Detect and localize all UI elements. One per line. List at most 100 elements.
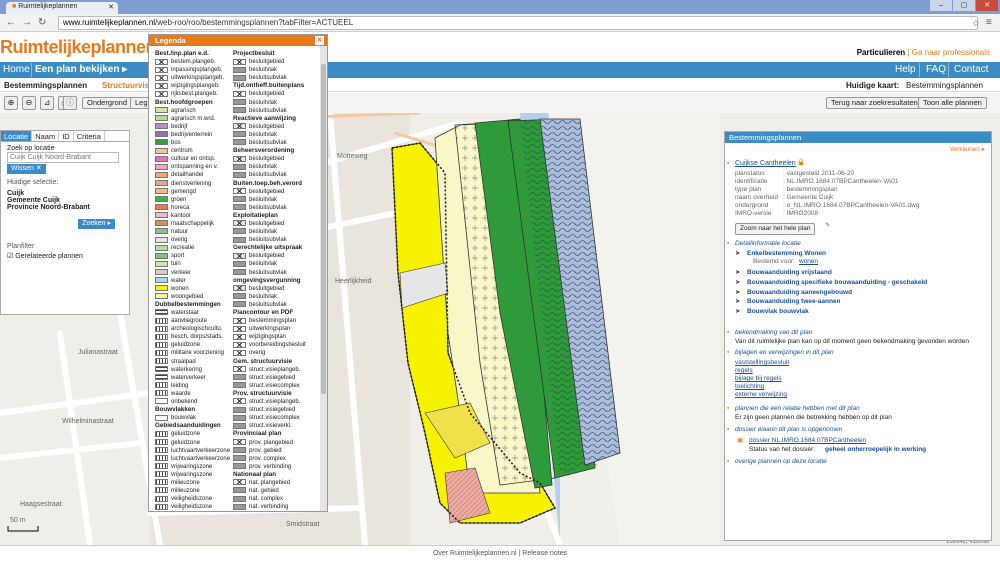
legend-item-label: besluitvlak	[249, 229, 278, 236]
detail-item[interactable]: Enkelbestemming Wonen	[747, 250, 826, 258]
legend-scroll-thumb[interactable]	[321, 64, 326, 394]
terug-button[interactable]: Terug naar zoekresultaten	[826, 97, 923, 109]
legend-item-label: recreatie	[171, 245, 195, 252]
dossier-header[interactable]: dossier waarin dit plan is opgenomen	[735, 426, 842, 434]
nav-separator	[919, 63, 920, 77]
zoom-plan-button[interactable]: Zoom naar het hele plan	[735, 223, 816, 235]
bijlage-link[interactable]: regels	[735, 367, 753, 375]
wissen-button[interactable]: Wissen ✕	[7, 164, 46, 174]
info-icon[interactable]: ⓘ	[63, 96, 77, 110]
legend-item-label: onbekend	[171, 399, 198, 406]
legend-item: waterverkeer	[155, 374, 235, 382]
detail-item[interactable]: Bouwvlak bouwvlak	[747, 308, 809, 316]
back-icon[interactable]: ←	[6, 17, 16, 29]
legend-swatch	[233, 285, 246, 292]
eraser-icon[interactable]: ✎	[825, 222, 830, 230]
tab-naam[interactable]: Naam	[32, 131, 60, 141]
nav-faq[interactable]: FAQ	[926, 64, 946, 76]
minimize-icon[interactable]: –	[930, 0, 952, 11]
tab-id[interactable]: ID	[59, 131, 74, 141]
legend-group-header: Exploitatieplan	[233, 211, 278, 219]
expand-icon[interactable]: ▪	[727, 405, 729, 413]
legend-item: prov. verbinding	[233, 463, 313, 471]
detail-sub: Bestemd voor:	[753, 258, 795, 265]
expand-icon[interactable]: ▪	[727, 458, 729, 466]
legend-item-label: struct.visiecomplex	[249, 382, 300, 389]
detail-item[interactable]: Bouwaanduiding vrijstaand	[747, 269, 832, 277]
legend-close-icon[interactable]: ✕	[315, 36, 324, 45]
detail-item[interactable]: Bouwaanduiding aaneengebouwd	[747, 289, 852, 297]
expand-icon[interactable]: ▪	[727, 426, 729, 434]
legend-item-label: besluitvlak	[249, 67, 278, 74]
legend-item: milieuzone	[155, 487, 235, 495]
forward-icon[interactable]: →	[22, 17, 32, 29]
legend-swatch	[155, 115, 168, 122]
nav-plan-bekijken[interactable]: Een plan bekijken ▸	[35, 64, 127, 76]
detail-sub-link[interactable]: wonen	[799, 258, 818, 266]
professionals-link[interactable]: | Ga naar professionals	[907, 48, 990, 57]
menu-icon[interactable]: ≡	[986, 17, 992, 29]
browser-tab[interactable]: ■ Ruimtelijkeplannen ✕	[6, 2, 118, 14]
street-label: Smidstraat	[286, 521, 320, 528]
close-window-icon[interactable]: ✕	[976, 0, 998, 11]
legend-item-label: besluitsubvlak	[249, 75, 287, 82]
legend-scrollbar[interactable]	[320, 46, 327, 511]
expand-icon[interactable]: ▪	[727, 349, 729, 357]
legend-group-header: Plancontour en PDF	[233, 309, 294, 316]
nav-help[interactable]: Help	[895, 64, 916, 76]
url-input[interactable]: www.ruimtelijkeplannen.nl/web-roo/roo/be…	[58, 16, 978, 30]
relatie-header[interactable]: plannen die een relatie hebben met dit p…	[735, 405, 860, 413]
tab-criteria[interactable]: Criteria	[74, 131, 105, 141]
dossier-link[interactable]: dossier NL.IMRO.1684.07BPCantheelen	[749, 437, 866, 445]
legend-item-label: straalpad	[171, 358, 196, 365]
tab-bestemmingsplannen[interactable]: Bestemmingsplannen	[4, 81, 87, 90]
window-controls: – ▢ ✕	[930, 0, 998, 11]
nav-home[interactable]: Home	[3, 64, 30, 76]
nav-contact[interactable]: Contact	[954, 64, 988, 76]
detail-item[interactable]: Bouwaanduiding specifieke bouwaanduiding…	[747, 279, 927, 287]
expand-icon[interactable]: ▪	[727, 329, 729, 337]
legend-item: besluitsubvlak	[233, 204, 313, 212]
expand-icon[interactable]: ▪	[727, 240, 729, 248]
bijlage-link[interactable]: toelichting	[735, 383, 764, 391]
tab-locatie[interactable]: Locatie	[1, 131, 33, 141]
detail-header[interactable]: Detailinformatie locatie	[735, 240, 801, 248]
plan-name-link[interactable]: Cuijkse Cantheelen	[735, 160, 796, 168]
location-input[interactable]: Cuijk Cuijk Noord-Brabant	[7, 152, 119, 163]
tab-close-icon[interactable]: ✕	[108, 3, 114, 11]
bijlage-link[interactable]: vaststellingsbesluit	[735, 359, 789, 367]
legend-item-label: besluitgebied	[249, 59, 285, 66]
bijlage-link[interactable]: externe verwijzing	[735, 391, 787, 399]
legend-item-label: besluitsubvlak	[249, 301, 287, 308]
legend-swatch	[233, 293, 246, 300]
legend-item: horeca	[155, 204, 235, 212]
measure-icon[interactable]: ⊿	[40, 96, 54, 110]
toon-alle-button[interactable]: Toon alle plannen	[918, 97, 987, 109]
bijlagen-header[interactable]: bijlagen en verwijzingen in dit plan	[735, 349, 834, 357]
site-logo[interactable]: Ruimtelijkeplannen	[0, 37, 157, 58]
legend-item: inpassingsplangeb.	[155, 66, 235, 74]
bekendmaking-header[interactable]: bekendmaking van dit plan	[735, 329, 812, 337]
footer[interactable]: Over Ruimtelijkeplannen.nl | Release not…	[0, 545, 1000, 563]
gerelateerde-checkbox[interactable]: ☑	[7, 253, 13, 260]
zoom-in-icon[interactable]: ⊕	[4, 96, 18, 110]
legend-item: besluitsubvlak	[233, 236, 313, 244]
verkleinen-link[interactable]: Verkleinen ▸	[950, 146, 985, 154]
legend-item: luchtvaartverkeerzone	[155, 447, 235, 455]
legend-item: water	[155, 277, 235, 285]
bookmark-star-icon[interactable]: ☆	[972, 17, 980, 29]
zoom-out-icon[interactable]: ⊖	[22, 96, 36, 110]
maximize-icon[interactable]: ▢	[953, 0, 975, 11]
ondergrond-button[interactable]: Ondergrond	[82, 97, 133, 109]
legend-swatch	[233, 204, 246, 211]
legend-swatch	[155, 179, 168, 186]
detail-item[interactable]: Bouwaanduiding twee-aannen	[747, 298, 841, 306]
zoeken-button[interactable]: Zoeken ▸	[78, 219, 115, 229]
overige-link[interactable]: overige plannen op deze locatie	[735, 458, 827, 466]
reload-icon[interactable]: ↻	[38, 17, 46, 29]
legend-item: rijksbest.plangeb.	[155, 90, 235, 98]
legend-item-label: veiligheidszone	[171, 496, 213, 503]
legend-item: maatschappelijk	[155, 220, 235, 228]
legend-swatch	[233, 333, 246, 340]
bijlage-link[interactable]: bijlage bij regels	[735, 375, 782, 383]
